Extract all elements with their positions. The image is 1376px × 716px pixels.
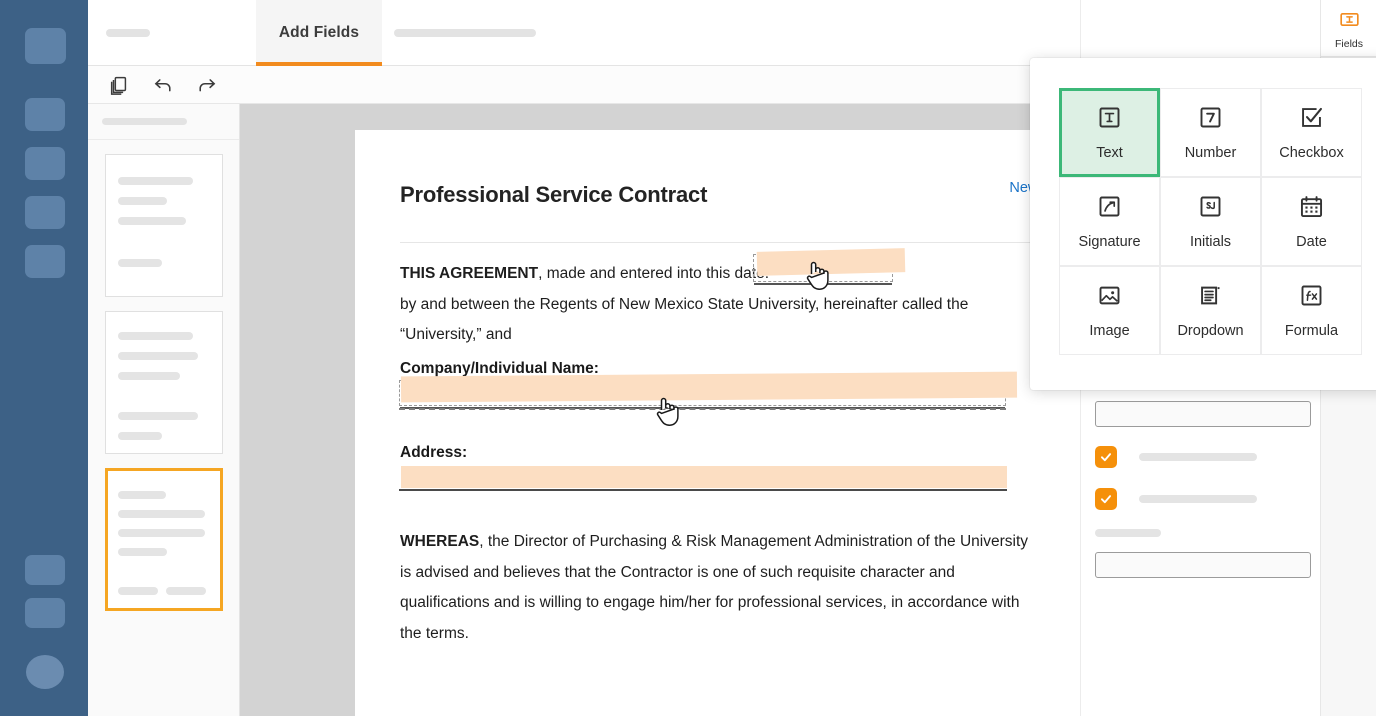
- document-page[interactable]: Professional Service Contract New Mexico…: [355, 130, 1080, 716]
- field-type-initials[interactable]: Initials: [1160, 177, 1261, 266]
- redo-icon[interactable]: [196, 74, 218, 96]
- property-input-1[interactable]: [1095, 401, 1311, 427]
- nav-rail-item-4[interactable]: [25, 196, 65, 229]
- property-checkbox-2[interactable]: [1095, 488, 1117, 510]
- field-type-signature-label: Signature: [1078, 234, 1141, 250]
- paragraph-agreement-bold: THIS AGREEMENT: [400, 265, 539, 282]
- page-thumbnail-pane[interactable]: [88, 104, 240, 716]
- tab-add-fields-label: Add Fields: [278, 24, 360, 41]
- field-type-number[interactable]: Number: [1160, 88, 1261, 177]
- tab-add-fields[interactable]: Add Fields: [256, 0, 382, 66]
- paragraph-regents: by and between the Regents of New Mexico…: [400, 296, 969, 313]
- paragraph-agreement-rest: , made and entered into this date:: [538, 265, 770, 282]
- text-field-icon: [1096, 104, 1123, 136]
- thumbnail-header-placeholder: [102, 118, 187, 125]
- page-thumbnail-1[interactable]: [104, 154, 223, 297]
- paragraph-whereas: WHEREAS, the Director of Purchasing & Ri…: [400, 527, 1028, 558]
- nav-rail-item-2[interactable]: [25, 98, 65, 131]
- field-type-formula[interactable]: Formula: [1261, 266, 1362, 355]
- tab-placeholder-left[interactable]: [106, 29, 150, 37]
- field-type-formula-label: Formula: [1284, 323, 1339, 339]
- field-type-text-label: Text: [1096, 145, 1123, 161]
- field-type-date-label: Date: [1296, 234, 1327, 250]
- dropdown-field-icon: [1197, 282, 1224, 314]
- paragraph-whereas-line1: , the Director of Purchasing & Risk Mana…: [479, 533, 1029, 550]
- field-type-checkbox-label: Checkbox: [1279, 145, 1344, 161]
- signature-field-icon: [1096, 193, 1123, 225]
- property-input-2[interactable]: [1095, 552, 1311, 578]
- property-checkbox-1[interactable]: [1095, 446, 1117, 468]
- field-type-image[interactable]: Image: [1059, 266, 1160, 355]
- nav-rail-item-7[interactable]: [25, 598, 65, 628]
- initials-field-icon: [1197, 193, 1224, 225]
- checkbox-field-icon: [1298, 104, 1325, 136]
- fields-icon: [1339, 9, 1360, 35]
- formula-field-icon: [1298, 282, 1325, 314]
- sidebar-item-fields[interactable]: Fields: [1321, 0, 1376, 56]
- check-icon: [1100, 453, 1112, 462]
- dragged-field-date[interactable]: [756, 248, 906, 276]
- image-field-icon: [1096, 282, 1123, 314]
- avatar[interactable]: [26, 655, 64, 689]
- left-nav-rail: [0, 0, 88, 716]
- number-field-icon: [1197, 104, 1224, 136]
- address-field-underline: [399, 489, 1007, 491]
- dragged-field-company[interactable]: [400, 371, 1018, 403]
- field-type-image-label: Image: [1089, 323, 1130, 339]
- nav-rail-item-6[interactable]: [25, 555, 65, 585]
- field-type-grid: Text Number Checkbox Signature Initials …: [1059, 88, 1373, 355]
- field-type-checkbox[interactable]: Checkbox: [1261, 88, 1362, 177]
- undo-icon[interactable]: [152, 74, 174, 96]
- document-canvas[interactable]: Professional Service Contract New Mexico…: [240, 104, 1080, 716]
- page-thumbnail-2[interactable]: [104, 311, 223, 454]
- app-root: Add Fields Search: [0, 0, 1376, 716]
- property-field-label: [1095, 529, 1161, 537]
- check-icon: [1100, 495, 1112, 504]
- paragraph-agreement: THIS AGREEMENT, made and entered into th…: [400, 259, 769, 290]
- nav-rail-item-3[interactable]: [25, 147, 65, 180]
- page-title: Professional Service Contract: [400, 182, 708, 207]
- main-column: Add Fields Search: [88, 0, 1376, 716]
- field-type-number-label: Number: [1184, 145, 1237, 161]
- field-type-initials-label: Initials: [1189, 234, 1232, 250]
- paragraph-whereas-line2: is advised and believes that the Contrac…: [400, 564, 955, 581]
- field-type-dropdown-label: Dropdown: [1177, 323, 1244, 339]
- field-type-text[interactable]: Text: [1059, 88, 1160, 177]
- field-type-signature[interactable]: Signature: [1059, 177, 1160, 266]
- paragraph-whereas-line4: the terms.: [400, 625, 469, 642]
- property-checkbox-1-label: [1139, 453, 1257, 461]
- thumbnail-pane-header: [88, 104, 239, 140]
- page-thumbnail-3[interactable]: [104, 468, 223, 611]
- date-field-icon: [1298, 193, 1325, 225]
- paragraph-whereas-line3: qualifications and is willing to engage …: [400, 594, 1020, 611]
- company-field-underline-dashed: [399, 408, 1006, 410]
- nav-rail-item-1[interactable]: [25, 28, 66, 64]
- tab-placeholder-right[interactable]: [394, 29, 536, 37]
- field-address[interactable]: [401, 466, 1007, 488]
- paragraph-whereas-bold: WHEREAS: [400, 533, 480, 550]
- copy-icon[interactable]: [108, 74, 130, 96]
- field-type-popup: Text Number Checkbox Signature Initials …: [1030, 58, 1376, 390]
- nav-rail-item-5[interactable]: [25, 245, 65, 278]
- property-checkbox-2-label: [1139, 495, 1257, 503]
- label-address: Address:: [400, 444, 468, 461]
- paragraph-university: “University,” and: [400, 326, 512, 343]
- field-type-dropdown[interactable]: Dropdown: [1160, 266, 1261, 355]
- field-type-date[interactable]: Date: [1261, 177, 1362, 266]
- title-divider: [400, 242, 1080, 243]
- sidebar-item-fields-label: Fields: [1334, 38, 1363, 50]
